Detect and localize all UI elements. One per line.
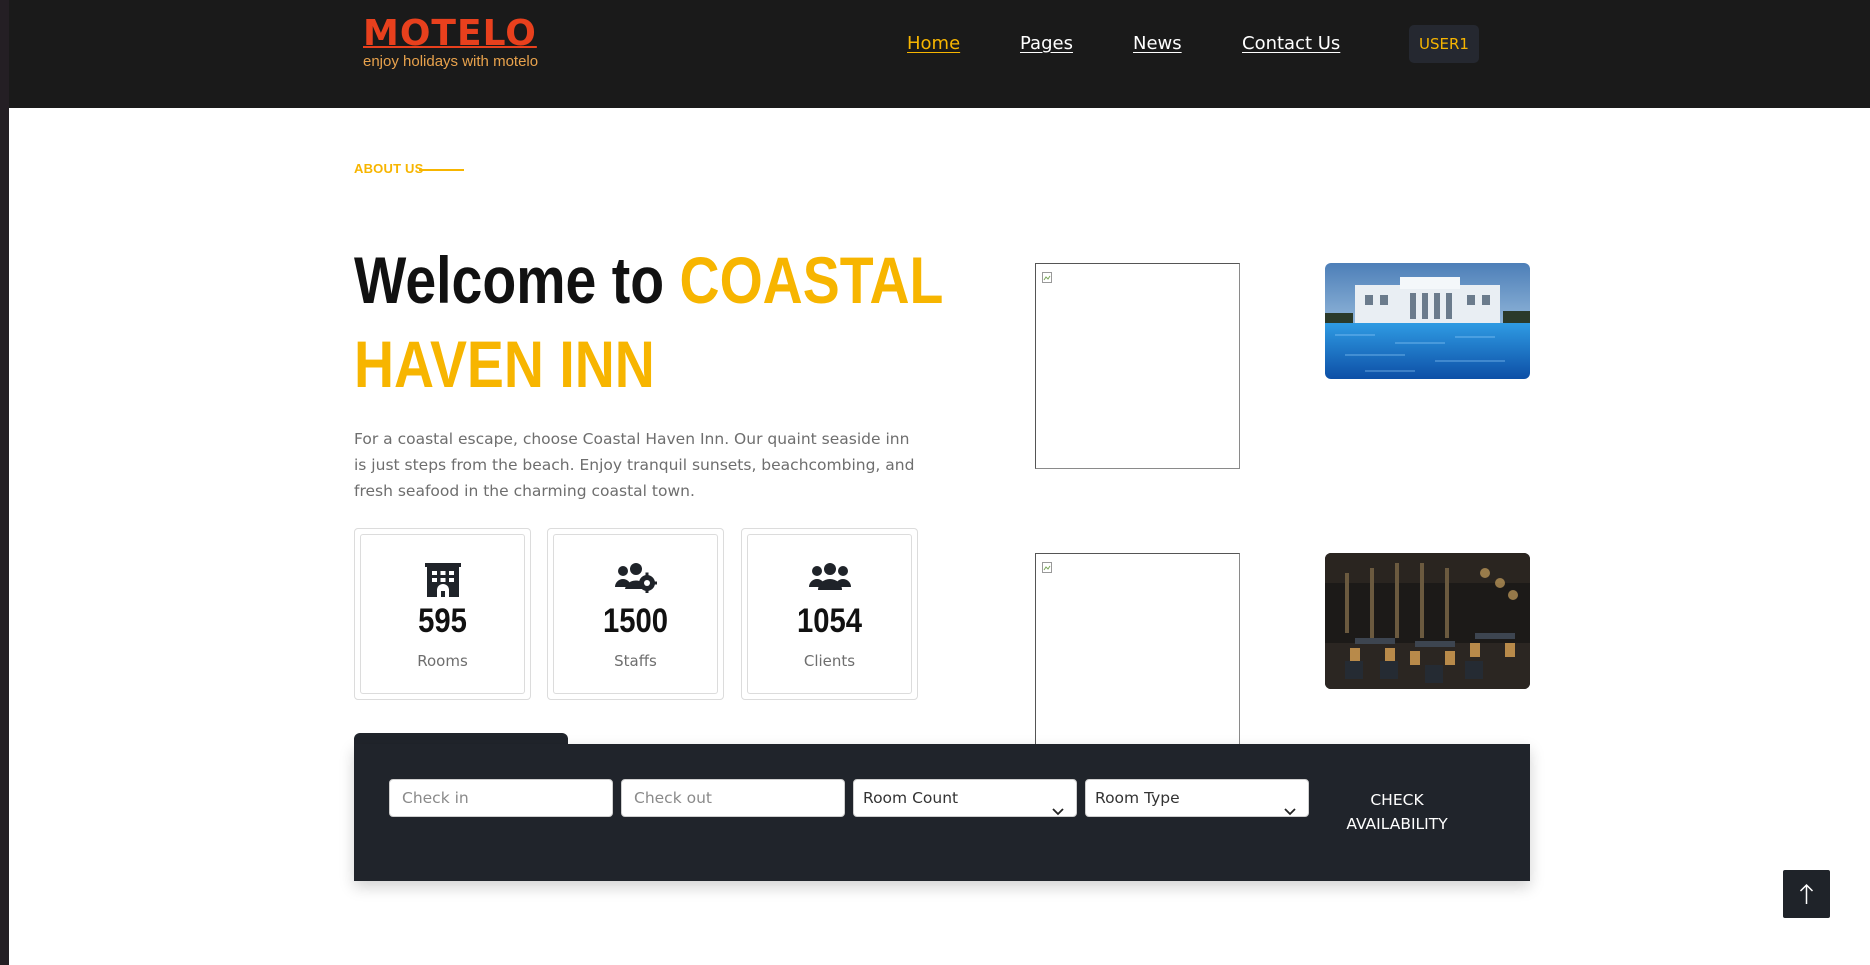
room-count-select[interactable]: Room Count — [853, 779, 1077, 817]
check-availability-line1: CHECK — [1370, 791, 1424, 809]
room-type-select[interactable]: Room Type — [1085, 779, 1309, 817]
gallery-image-placeholder — [1035, 553, 1240, 745]
stat-value: 595 — [418, 602, 467, 640]
stat-card-rooms: 595 Rooms — [354, 528, 531, 700]
chevron-down-icon — [1052, 793, 1064, 829]
about-description: For a coastal escape, choose Coastal Hav… — [354, 430, 915, 500]
user-menu-button[interactable]: USER1 — [1409, 25, 1479, 63]
stat-card-clients: 1054 Clients — [741, 528, 918, 700]
nav-pages[interactable]: Pages — [1020, 32, 1073, 56]
users-gear-icon — [614, 563, 657, 597]
check-out-field[interactable]: Check out — [621, 779, 845, 817]
stat-card-inner: 1054 Clients — [747, 534, 912, 694]
gallery-image-placeholder — [1035, 263, 1240, 469]
stat-label: Clients — [803, 652, 856, 670]
check-availability-button[interactable]: CHECK AVAILABILITY — [1322, 788, 1472, 834]
brand-tagline: enjoy holidays with motelo — [363, 53, 539, 70]
section-eyebrow: ABOUT US — [354, 161, 424, 176]
restaurant-interior-photo — [1325, 553, 1530, 689]
chevron-down-icon — [1284, 793, 1296, 829]
stat-card-inner: 595 Rooms — [360, 534, 525, 694]
hotel-building-icon — [424, 563, 462, 601]
site-header: MOTELO enjoy holidays with motelo Home P… — [9, 0, 1870, 108]
broken-image-icon — [1042, 559, 1054, 578]
brand-logo[interactable]: MOTELO enjoy holidays with motelo — [363, 14, 553, 74]
users-icon — [808, 563, 851, 595]
room-count-value: Room Count — [863, 789, 959, 807]
nav-news[interactable]: News — [1133, 32, 1182, 56]
stat-label: Rooms — [417, 652, 468, 670]
title-highlight-1: COASTAL — [679, 243, 944, 317]
stat-value: 1054 — [796, 602, 863, 640]
arrow-up-icon — [1799, 883, 1814, 904]
nav-home[interactable]: Home — [907, 32, 960, 56]
stat-card-inner: 1500 Staffs — [553, 534, 718, 694]
page-title: Welcome to COASTAL HAVEN INN — [354, 238, 943, 406]
title-plain: Welcome to — [354, 243, 665, 317]
brand-name: MOTELO — [363, 13, 537, 54]
check-in-field[interactable]: Check in — [389, 779, 613, 817]
stat-label: Staffs — [614, 652, 657, 670]
window-edge — [0, 0, 9, 965]
booking-panel: Check in Check out Room Count Room Type … — [354, 744, 1530, 881]
check-availability-line2: AVAILABILITY — [1346, 815, 1448, 833]
hotel-pool-photo — [1325, 263, 1530, 379]
stat-card-staffs: 1500 Staffs — [547, 528, 724, 700]
broken-image-icon — [1042, 269, 1054, 288]
stat-value: 1500 — [602, 602, 669, 640]
room-type-value: Room Type — [1095, 789, 1180, 807]
eyebrow-divider — [419, 169, 464, 171]
back-to-top-button[interactable] — [1783, 870, 1830, 918]
nav-contact-us[interactable]: Contact Us — [1242, 32, 1340, 56]
title-highlight-2: HAVEN INN — [354, 327, 655, 401]
